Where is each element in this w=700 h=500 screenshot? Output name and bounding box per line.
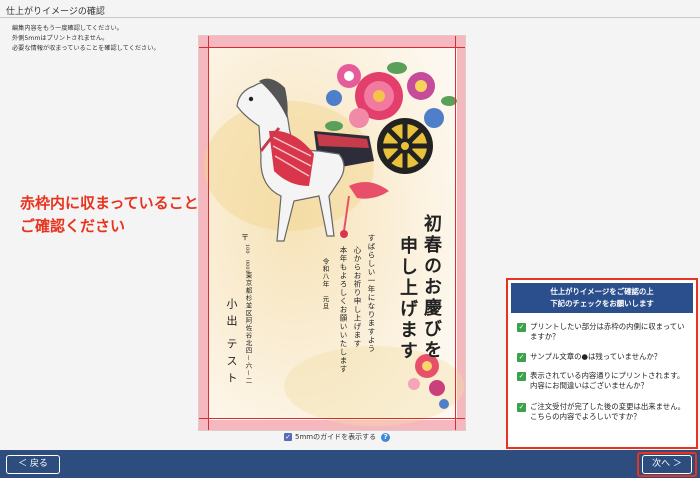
footer-bar <box>0 450 700 478</box>
postal-code-upper: 100 <box>244 244 250 254</box>
guide-line-right <box>455 36 456 430</box>
page-bottom <box>0 478 700 500</box>
checklist-label: サンプル文章の●は残っていませんか？ <box>530 352 662 361</box>
top-divider <box>0 17 700 18</box>
panel-heading: 仕上がりイメージをご確認の上 下記のチェックをお願いします <box>511 283 693 313</box>
next-button[interactable]: 次へ ＞ <box>642 455 692 474</box>
checklist-item[interactable]: ✓ 表示されている内容通りにプリントされます。内容にお間違いはございませんか？ <box>511 371 693 391</box>
callout-text: 赤枠内に収まっていることを ご確認ください <box>20 192 214 238</box>
note-line: 外側5mmはプリントされません。 <box>12 35 109 42</box>
guide-checkbox[interactable]: ✓ <box>284 433 292 441</box>
note-line: 必要な情報が収まっていることを確認してください。 <box>12 45 160 52</box>
cart-wheel-icon <box>377 118 433 174</box>
confirmation-panel: 仕上がりイメージをご確認の上 下記のチェックをお願いします ✓ プリントしたい部… <box>506 278 698 449</box>
callout-line: 赤枠内に収まっていることを <box>20 194 214 212</box>
panel-heading-line: 仕上がりイメージをご確認の上 <box>550 287 654 296</box>
greeting-text: 初春のお慶びを <box>421 214 442 361</box>
checkbox-checked-icon[interactable]: ✓ <box>517 323 526 332</box>
page-title: 仕上がりイメージの確認 <box>6 7 105 17</box>
checkbox-checked-icon[interactable]: ✓ <box>517 353 526 362</box>
instruction-notes: 編集内容をもう一度確認してください。 外側5mmはプリントされません。 必要な情… <box>12 24 160 54</box>
postal-mark: 〒 <box>241 233 249 242</box>
checklist-label: 表示されている内容通りにプリントされます。内容にお間違いはございませんか？ <box>530 371 685 390</box>
checklist-label: ご注文受付が完了した後の変更は出来ません。こちらの内容でよろしいですか？ <box>530 402 685 421</box>
checklist-label: プリントしたい部分は赤枠の内側に収まっていますか？ <box>530 322 685 341</box>
panel-heading-line: 下記のチェックをお願いします <box>550 299 654 308</box>
postcard-preview: 初春のお慶びを 申し上げます すばらしい一年になりますよう 心からお祈り申し上げ… <box>198 35 466 431</box>
message-line: 本年もよろしくお願いいたします <box>339 246 348 374</box>
back-button[interactable]: ＜ 戻る <box>6 455 60 474</box>
checkbox-checked-icon[interactable]: ✓ <box>517 372 526 381</box>
greeting-text: 申し上げます <box>397 236 418 362</box>
sender-name: テスト <box>225 338 238 389</box>
date-text: 令和八年 元旦 <box>321 258 329 311</box>
checklist-item[interactable]: ✓ サンプル文章の●は残っていませんか？ <box>511 352 693 362</box>
checklist-item[interactable]: ✓ プリントしたい部分は赤枠の内側に収まっていますか？ <box>511 322 693 342</box>
message-line: すばらしい一年になりますよう <box>367 234 376 353</box>
guide-toggle[interactable]: ✓ 5mmのガイドを表示する ? <box>284 432 391 442</box>
message-line: 心からお祈り申し上げます <box>353 246 362 348</box>
sender-address: 東京都杉並区阿佐谷北四－六－二 <box>244 272 252 385</box>
callout-line: ご確認ください <box>20 217 126 235</box>
checkbox-checked-icon[interactable]: ✓ <box>517 403 526 412</box>
note-line: 編集内容をもう一度確認してください。 <box>12 25 123 32</box>
guide-line-top <box>199 47 465 48</box>
guide-toggle-label: 5mmのガイドを表示する <box>295 433 377 441</box>
sender-name: 小出 <box>225 298 238 332</box>
checklist-item[interactable]: ✓ ご注文受付が完了した後の変更は出来ません。こちらの内容でよろしいですか？ <box>511 402 693 422</box>
help-icon[interactable]: ? <box>381 432 391 442</box>
postal-code-lower: 0001 <box>244 260 250 273</box>
guide-line-left <box>208 36 209 430</box>
guide-line-bottom <box>199 418 465 419</box>
